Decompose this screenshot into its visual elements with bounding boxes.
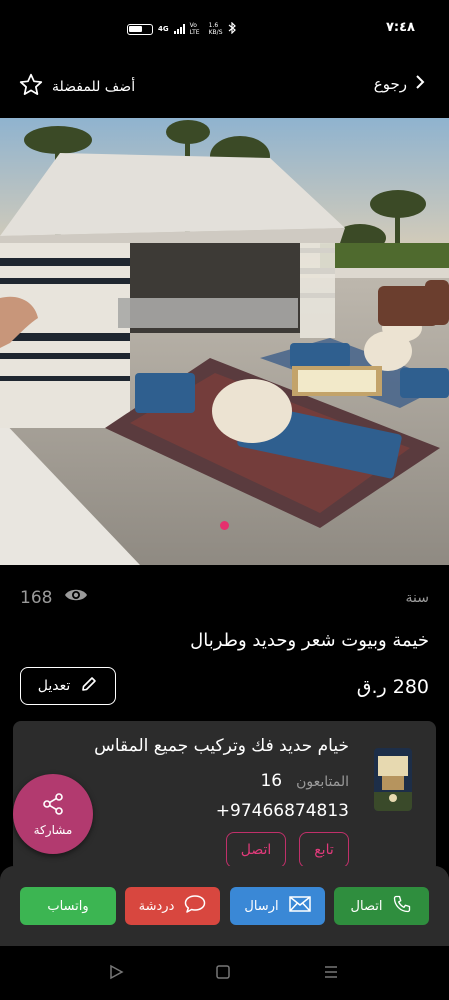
network-speed-value: 1.6 xyxy=(208,22,219,29)
status-time: ٧:٤٨ xyxy=(385,20,415,35)
network-speed: 1.6 KB/S xyxy=(209,22,223,36)
nav-back-icon[interactable] xyxy=(108,964,124,984)
mail-icon xyxy=(288,896,311,916)
share-button[interactable]: مشاركة xyxy=(13,774,93,854)
contact-button[interactable]: اتصل xyxy=(226,832,286,868)
network-speed-unit: KB/S xyxy=(208,29,223,36)
followers-label: المتابعون xyxy=(296,774,349,790)
status-icons: 4G Vo LTE 1.6 KB/S xyxy=(127,21,236,36)
add-favorite-label: أضف للمفضلة xyxy=(52,79,136,95)
followers-row: المتابعون 16 xyxy=(260,771,349,791)
whatsapp-button[interactable]: واتساب xyxy=(20,887,116,925)
status-bar: 4G Vo LTE 1.6 KB/S ٧:٤٨ xyxy=(0,0,449,58)
nav-menu-icon[interactable] xyxy=(323,964,339,984)
chevron-right-icon xyxy=(415,74,425,94)
follow-button[interactable]: تابع xyxy=(299,832,349,868)
listing-title: خيمة وبيوت شعر وحديد وطربال xyxy=(190,630,429,651)
call-button[interactable]: اتصال xyxy=(334,887,429,925)
call-label: اتصال xyxy=(350,898,383,914)
nav-home-icon[interactable] xyxy=(215,964,231,984)
year-label: سنة xyxy=(405,590,429,606)
seller-name: خيام حديد فك وتركيب جميع المقاس xyxy=(94,736,349,756)
battery-icon xyxy=(127,23,153,35)
network-type: 4G xyxy=(158,25,169,33)
whatsapp-label: واتساب xyxy=(47,898,89,914)
listing-price: 280 ر.ق xyxy=(356,676,429,698)
add-favorite-button[interactable]: أضف للمفضلة xyxy=(18,72,135,102)
top-bar: أضف للمفضلة رجوع xyxy=(0,62,449,112)
bluetooth-icon xyxy=(228,21,236,36)
send-button[interactable]: ارسال xyxy=(230,887,325,925)
share-label: مشاركة xyxy=(33,822,73,837)
eye-icon xyxy=(64,587,88,608)
chat-label: دردشة xyxy=(138,898,175,914)
listing-photo[interactable] xyxy=(0,118,449,565)
system-nav-bar xyxy=(0,946,449,1000)
volte-indicator: Vo LTE xyxy=(189,22,200,36)
edit-button[interactable]: تعديل xyxy=(20,667,116,705)
chat-bubble-icon xyxy=(184,894,206,918)
signal-icon xyxy=(173,24,185,34)
back-button[interactable]: رجوع xyxy=(374,74,425,94)
edit-label: تعديل xyxy=(37,678,71,694)
views-counter: 168 xyxy=(20,587,88,608)
seller-phone[interactable]: +97466874813 xyxy=(216,801,349,821)
phone-icon xyxy=(392,894,412,918)
action-bar: اتصال ارسال دردشة واتساب xyxy=(0,866,449,946)
listing-photo-illustration xyxy=(0,118,449,565)
views-count: 168 xyxy=(20,587,53,608)
seller-avatar[interactable] xyxy=(374,748,412,811)
chat-button[interactable]: دردشة xyxy=(125,887,220,925)
back-label: رجوع xyxy=(373,75,407,93)
send-label: ارسال xyxy=(244,898,279,914)
pencil-icon xyxy=(80,675,98,697)
share-icon xyxy=(41,792,65,819)
star-icon xyxy=(18,72,44,102)
carousel-indicator[interactable] xyxy=(220,521,229,530)
followers-count: 16 xyxy=(260,771,283,791)
